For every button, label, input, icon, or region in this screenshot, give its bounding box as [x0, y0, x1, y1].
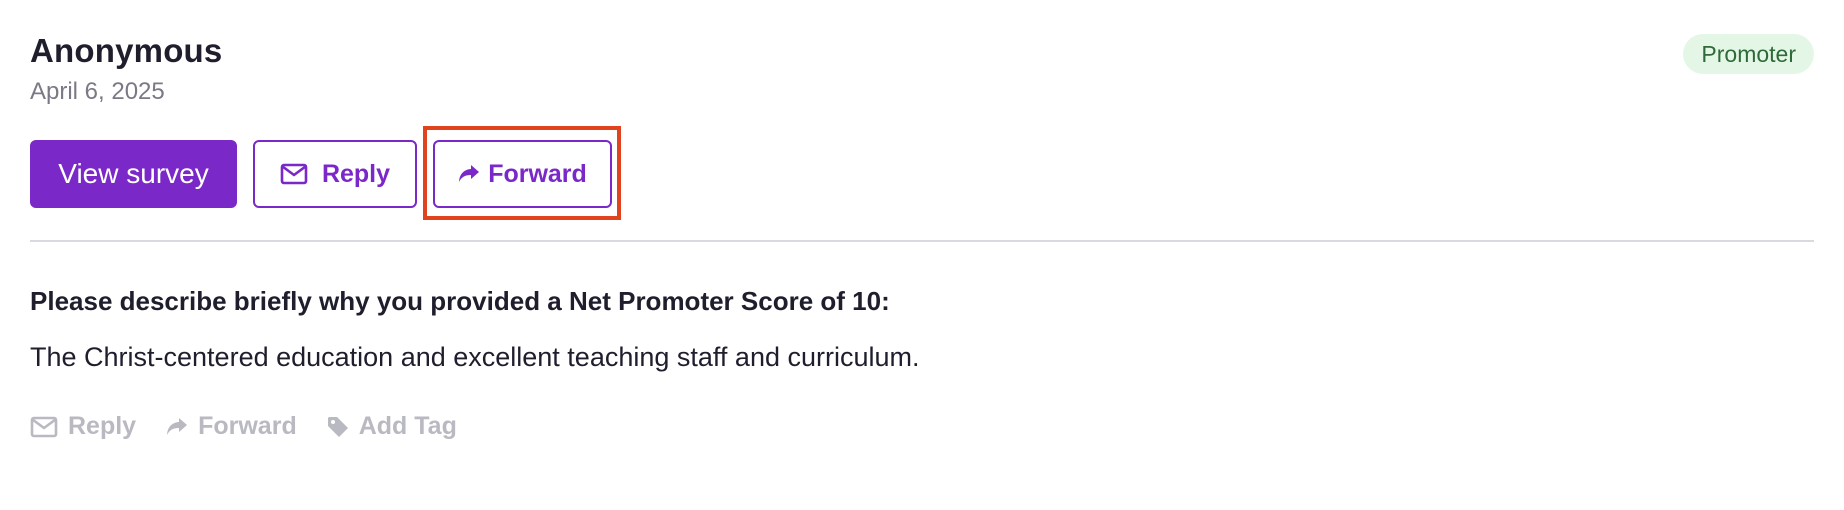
footer-reply-label: Reply: [68, 412, 137, 440]
forward-highlight-box: [423, 126, 621, 220]
footer-forward-label: Forward: [198, 412, 297, 440]
envelope-icon: [280, 163, 308, 185]
survey-question: Please describe briefly why you provided…: [30, 286, 890, 316]
reply-button[interactable]: Reply: [253, 140, 417, 208]
reply-label: Reply: [321, 159, 391, 188]
tag-icon: [327, 416, 349, 438]
survey-answer: The Christ-centered education and excell…: [30, 342, 920, 372]
view-survey-label: View survey: [58, 158, 209, 189]
footer-actions: Reply Forward Add Tag: [30, 412, 457, 441]
add-tag-label: Add Tag: [358, 412, 457, 440]
response-card: Anonymous April 6, 2025 Promoter View su…: [0, 0, 1844, 510]
share-arrow-icon: [166, 417, 188, 437]
respondent-name: Anonymous: [30, 32, 223, 69]
footer-reply-button[interactable]: Reply: [30, 412, 136, 441]
divider: [30, 240, 1814, 242]
envelope-icon: [30, 416, 58, 438]
status-badge: Promoter: [1683, 34, 1814, 74]
response-date: April 6, 2025: [30, 78, 165, 105]
add-tag-button[interactable]: Add Tag: [327, 412, 457, 441]
view-survey-button[interactable]: View survey: [30, 140, 237, 208]
footer-forward-button[interactable]: Forward: [166, 412, 297, 441]
